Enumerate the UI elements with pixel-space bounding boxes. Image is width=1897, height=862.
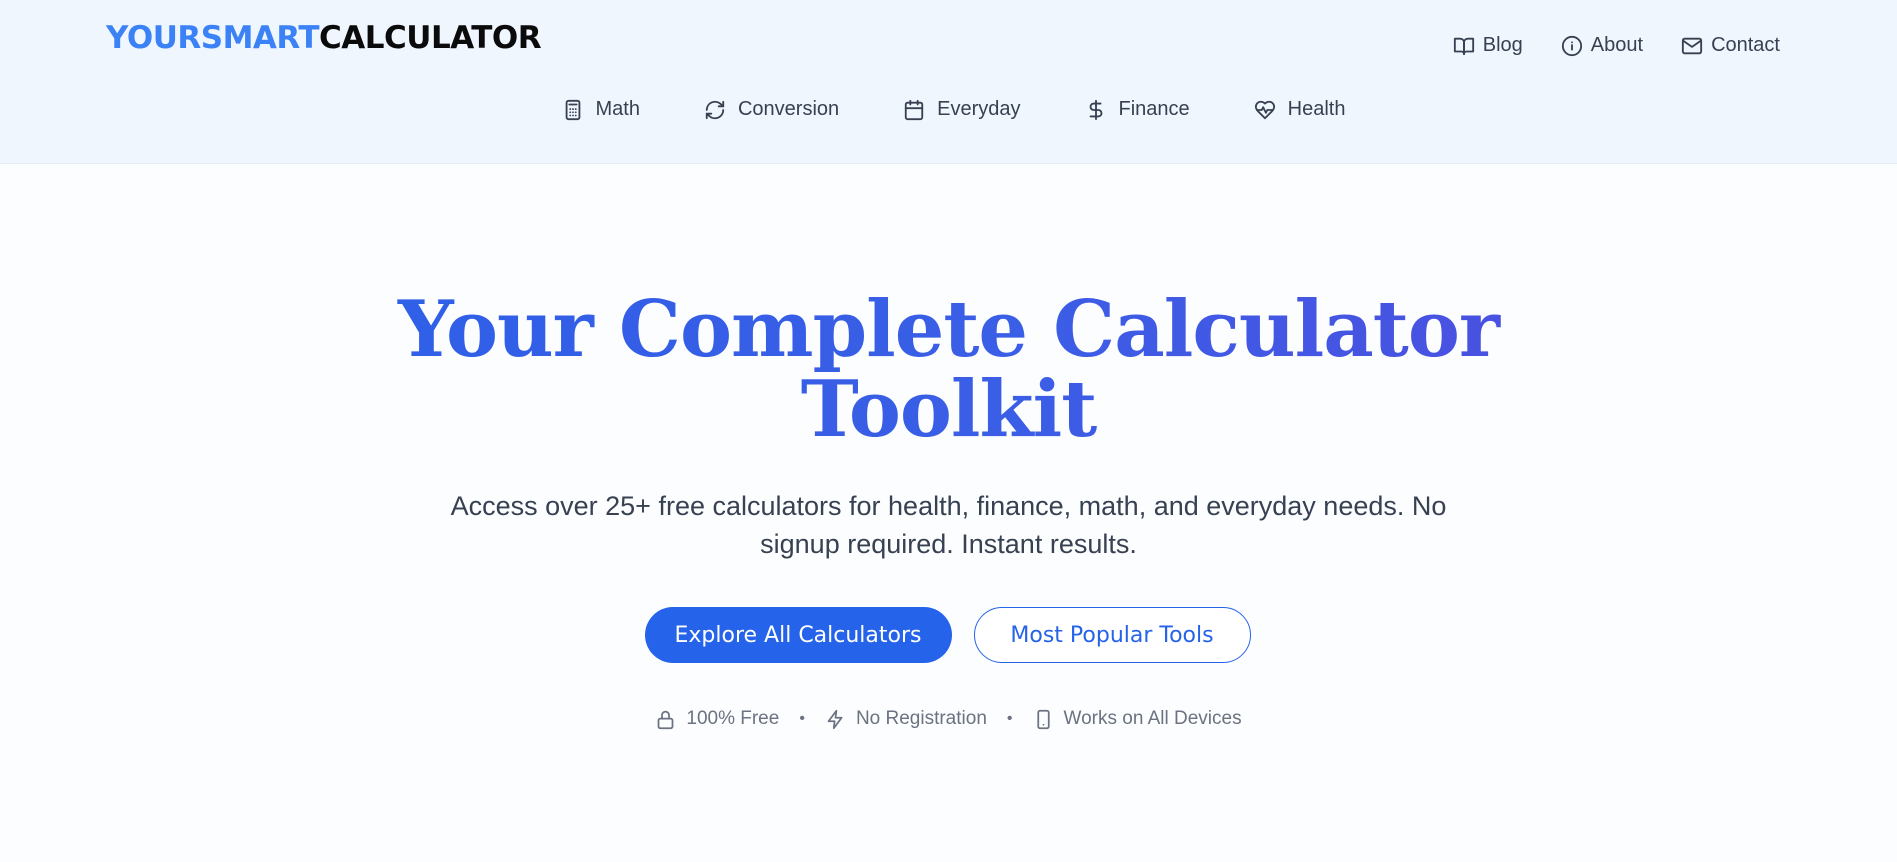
nav-about-link[interactable]: About	[1561, 34, 1643, 57]
hero-title: Your Complete Calculator Toolkit	[300, 290, 1597, 450]
feature-free: 100% Free	[655, 708, 779, 730]
site-header: YOURSMARTCALCULATOR Blog About Contact M…	[0, 0, 1897, 164]
category-health-link[interactable]: Health	[1254, 98, 1346, 121]
category-conversion-link[interactable]: Conversion	[704, 98, 839, 121]
site-logo[interactable]: YOURSMARTCALCULATOR	[106, 18, 542, 58]
cta-row: Explore All Calculators Most Popular Too…	[0, 607, 1897, 663]
hero-subtitle-line1: Access over 25+ free calculators for hea…	[450, 491, 1447, 521]
nav-blog-link[interactable]: Blog	[1453, 34, 1523, 57]
feature-all-devices: Works on All Devices	[1033, 708, 1242, 730]
calculator-icon	[565, 99, 580, 120]
refresh-icon	[705, 100, 725, 119]
category-math-label: Math	[595, 98, 640, 120]
feature-all-devices-label: Works on All Devices	[1063, 708, 1242, 729]
nav-contact-link[interactable]: Contact	[1681, 34, 1780, 57]
category-health-label: Health	[1287, 98, 1346, 120]
smartphone-icon	[1036, 709, 1050, 729]
category-finance-label: Finance	[1118, 98, 1190, 120]
heart-pulse-icon	[1254, 100, 1275, 119]
top-nav: Blog About Contact	[1453, 34, 1780, 57]
logo-part-a: YOURSMART	[106, 20, 320, 56]
dollar-icon	[1089, 99, 1102, 120]
info-icon	[1561, 35, 1582, 56]
category-conversion-label: Conversion	[737, 98, 840, 120]
category-math-link[interactable]: Math	[562, 98, 640, 121]
category-nav: Math Conversion Everyday Finance Health	[0, 98, 1897, 121]
category-everyday-label: Everyday	[937, 98, 1021, 120]
category-everyday-link[interactable]: Everyday	[903, 98, 1021, 121]
hero-title-line2: Toolkit	[800, 364, 1097, 455]
explore-all-calculators-button[interactable]: Explore All Calculators	[644, 607, 952, 663]
hero-section: Your Complete Calculator Toolkit Access …	[0, 165, 1897, 862]
zap-icon	[827, 709, 843, 729]
calendar-icon	[904, 99, 924, 120]
feature-separator: •	[799, 710, 805, 727]
category-finance-link[interactable]: Finance	[1085, 98, 1190, 121]
nav-about-label: About	[1590, 34, 1644, 56]
feature-no-registration-label: No Registration	[855, 708, 987, 729]
hero-title-line1: Your Complete Calculator	[398, 284, 1499, 375]
nav-blog-label: Blog	[1482, 34, 1523, 56]
mail-icon	[1681, 37, 1703, 54]
most-popular-tools-button[interactable]: Most Popular Tools	[973, 607, 1251, 663]
lock-icon	[658, 710, 674, 729]
feature-list: 100% Free • No Registration • Works on A…	[0, 708, 1897, 730]
nav-contact-label: Contact	[1711, 34, 1780, 56]
book-open-icon	[1453, 37, 1474, 55]
logo-part-b: CALCULATOR	[319, 20, 542, 56]
hero-subtitle: Access over 25+ free calculators for hea…	[448, 487, 1449, 563]
feature-separator: •	[1006, 710, 1013, 727]
hero-subtitle-line2: signup required. Instant results.	[760, 529, 1137, 559]
feature-free-label: 100% Free	[686, 708, 780, 729]
feature-no-registration: No Registration	[825, 708, 987, 730]
